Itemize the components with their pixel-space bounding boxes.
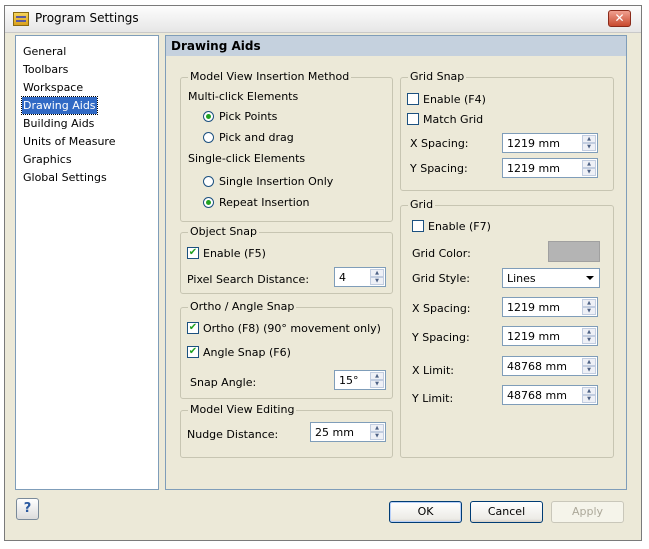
- grid-snap-enable-checkbox[interactable]: [407, 93, 419, 105]
- pick-and-drag-radio[interactable]: [203, 132, 214, 143]
- ortho-label[interactable]: Ortho (F8) (90° movement only): [203, 322, 381, 335]
- grid-x-limit-value: 48768 mm: [507, 360, 567, 373]
- sidebar-item-units-of-measure[interactable]: Units of Measure: [22, 133, 116, 150]
- sidebar-item-general[interactable]: General: [22, 43, 67, 60]
- grid-x-spacing-value: 1219 mm: [507, 301, 560, 314]
- title-bar[interactable]: Program Settings ✕: [5, 6, 641, 33]
- grid-x-spacing-spinner[interactable]: ▲ ▼: [582, 299, 596, 315]
- single-insertion-label[interactable]: Single Insertion Only: [219, 175, 333, 188]
- app-icon: [13, 12, 29, 26]
- multi-click-label: Multi-click Elements: [188, 90, 299, 103]
- category-list: General Toolbars Workspace Drawing Aids …: [15, 35, 159, 490]
- grid-y-limit-value: 48768 mm: [507, 389, 567, 402]
- window-title: Program Settings: [35, 11, 139, 25]
- cancel-button[interactable]: Cancel: [470, 501, 543, 523]
- grid-x-limit-input[interactable]: 48768 mm ▲ ▼: [502, 356, 598, 376]
- ok-button[interactable]: OK: [389, 501, 462, 523]
- nudge-distance-input[interactable]: 25 mm ▲ ▼: [310, 422, 386, 442]
- pixel-search-label: Pixel Search Distance:: [187, 273, 310, 286]
- grid-y-limit-spinner[interactable]: ▲ ▼: [582, 387, 596, 403]
- sidebar-item-building-aids[interactable]: Building Aids: [22, 115, 95, 132]
- grid-y-limit-input[interactable]: 48768 mm ▲ ▼: [502, 385, 598, 405]
- snap-angle-input[interactable]: 15° ▲ ▼: [334, 370, 386, 390]
- grid-snap-y-spacing-value: 1219 mm: [507, 162, 560, 175]
- grid-snap-title: Grid Snap: [408, 70, 467, 83]
- help-button[interactable]: ?: [16, 498, 39, 520]
- ortho-angle-group: Ortho / Angle Snap ✔ Ortho (F8) (90° mov…: [180, 300, 393, 399]
- grid-color-label: Grid Color:: [412, 247, 471, 260]
- pick-points-radio[interactable]: [203, 111, 214, 122]
- sidebar-item-toolbars[interactable]: Toolbars: [22, 61, 69, 78]
- insertion-method-title: Model View Insertion Method: [188, 70, 352, 83]
- snap-angle-value: 15°: [339, 374, 359, 387]
- chevron-down-icon: [586, 276, 594, 280]
- ortho-angle-title: Ortho / Angle Snap: [188, 300, 297, 313]
- grid-x-limit-spinner[interactable]: ▲ ▼: [582, 358, 596, 374]
- grid-enable-label[interactable]: Enable (F7): [428, 220, 491, 233]
- sidebar-item-graphics[interactable]: Graphics: [22, 151, 73, 168]
- grid-title: Grid: [408, 198, 436, 211]
- grid-x-limit-label: X Limit:: [412, 364, 455, 377]
- grid-y-spacing-spinner[interactable]: ▲ ▼: [582, 328, 596, 344]
- repeat-insertion-label[interactable]: Repeat Insertion: [219, 196, 310, 209]
- grid-group: Grid Enable (F7) Grid Color: Grid Style:…: [400, 198, 614, 458]
- grid-snap-x-spacing-label: X Spacing:: [410, 137, 469, 150]
- close-button[interactable]: ✕: [608, 10, 631, 27]
- object-snap-title: Object Snap: [188, 225, 259, 238]
- object-snap-enable-label[interactable]: Enable (F5): [203, 247, 266, 260]
- pixel-search-spinner[interactable]: ▲ ▼: [370, 269, 384, 285]
- angle-snap-checkbox[interactable]: ✔: [187, 346, 199, 358]
- sidebar-item-workspace[interactable]: Workspace: [22, 79, 84, 96]
- grid-snap-x-spacing-input[interactable]: 1219 mm ▲ ▼: [502, 133, 598, 153]
- grid-style-value: Lines: [507, 272, 536, 285]
- grid-snap-y-spacing-input[interactable]: 1219 mm ▲ ▼: [502, 158, 598, 178]
- model-view-editing-title: Model View Editing: [188, 403, 297, 416]
- match-grid-checkbox[interactable]: [407, 113, 419, 125]
- grid-style-select[interactable]: Lines: [502, 268, 600, 288]
- pick-points-label[interactable]: Pick Points: [219, 110, 277, 123]
- repeat-insertion-radio[interactable]: [203, 197, 214, 208]
- panel-header: Drawing Aids: [166, 36, 626, 56]
- snap-angle-spinner[interactable]: ▲ ▼: [370, 372, 384, 388]
- grid-y-spacing-value: 1219 mm: [507, 330, 560, 343]
- sidebar-item-drawing-aids[interactable]: Drawing Aids: [21, 96, 98, 115]
- ortho-checkbox[interactable]: ✔: [187, 322, 199, 334]
- grid-enable-checkbox[interactable]: [412, 220, 424, 232]
- grid-y-spacing-label: Y Spacing:: [412, 331, 470, 344]
- model-view-editing-group: Model View Editing Nudge Distance: 25 mm…: [180, 403, 393, 458]
- single-click-label: Single-click Elements: [188, 152, 306, 165]
- nudge-distance-spinner[interactable]: ▲ ▼: [370, 424, 384, 440]
- sidebar-item-global-settings[interactable]: Global Settings: [22, 169, 108, 186]
- single-insertion-radio[interactable]: [203, 176, 214, 187]
- grid-snap-enable-label[interactable]: Enable (F4): [423, 93, 486, 106]
- apply-button: Apply: [551, 501, 624, 523]
- pixel-search-value: 4: [339, 271, 346, 284]
- grid-y-limit-label: Y Limit:: [412, 392, 454, 405]
- object-snap-group: Object Snap ✔ Enable (F5) Pixel Search D…: [180, 225, 393, 294]
- grid-snap-y-spacing-spinner[interactable]: ▲ ▼: [582, 160, 596, 176]
- grid-x-spacing-label: X Spacing:: [412, 302, 471, 315]
- snap-angle-label: Snap Angle:: [190, 376, 257, 389]
- angle-snap-label[interactable]: Angle Snap (F6): [203, 346, 291, 359]
- pixel-search-input[interactable]: 4 ▲ ▼: [334, 267, 386, 287]
- object-snap-enable-checkbox[interactable]: ✔: [187, 247, 199, 259]
- nudge-distance-label: Nudge Distance:: [187, 428, 279, 441]
- grid-color-swatch[interactable]: [548, 241, 600, 262]
- match-grid-label[interactable]: Match Grid: [423, 113, 483, 126]
- grid-snap-x-spacing-value: 1219 mm: [507, 137, 560, 150]
- grid-snap-y-spacing-label: Y Spacing:: [410, 162, 468, 175]
- pick-and-drag-label[interactable]: Pick and drag: [219, 131, 294, 144]
- grid-style-label: Grid Style:: [412, 272, 470, 285]
- grid-snap-group: Grid Snap Enable (F4) Match Grid X Spaci…: [400, 70, 614, 191]
- grid-y-spacing-input[interactable]: 1219 mm ▲ ▼: [502, 326, 598, 346]
- grid-snap-x-spacing-spinner[interactable]: ▲ ▼: [582, 135, 596, 151]
- grid-x-spacing-input[interactable]: 1219 mm ▲ ▼: [502, 297, 598, 317]
- nudge-distance-value: 25 mm: [315, 426, 354, 439]
- insertion-method-group: Model View Insertion Method Multi-click …: [180, 70, 393, 222]
- panel-title: Drawing Aids: [171, 39, 261, 53]
- settings-panel: Drawing Aids Model View Insertion Method…: [165, 35, 627, 490]
